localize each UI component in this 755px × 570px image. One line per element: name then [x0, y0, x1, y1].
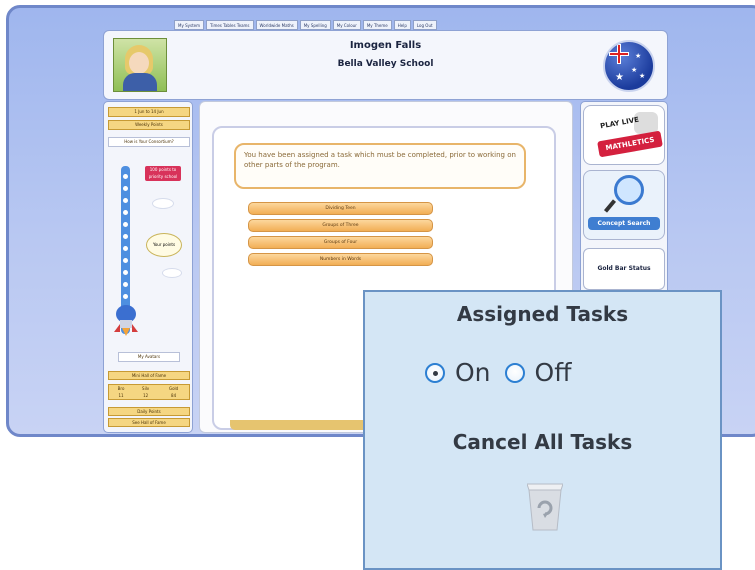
nav-my-system[interactable]: My System — [174, 20, 205, 30]
hall-of-fame-label: Mini Hall of Fame — [108, 371, 190, 380]
task-button[interactable]: Dividing Teen — [248, 202, 433, 215]
nav-my-spelling[interactable]: My Spelling — [299, 20, 331, 30]
nav-log-out[interactable]: Log Out — [412, 20, 437, 30]
consortium-label: How is Your Consortium? — [108, 137, 190, 147]
nav-times-tables[interactable]: Times Tables Teams — [206, 20, 254, 30]
student-name: Imogen Falls — [349, 40, 422, 51]
mathletics-badge: MATHLETICS — [597, 130, 663, 158]
stat-header: Gold — [168, 386, 179, 391]
stats-table: Bro Silv Gold 11 12 84 — [108, 384, 190, 400]
play-live-banner[interactable]: PLAY LIVE MATHLETICS — [583, 105, 665, 165]
nav-worldwide-maths[interactable]: Worldwide Maths — [255, 20, 298, 30]
stat-header: Bro — [117, 386, 125, 391]
date-range: 1 Jun to 14 Jun — [108, 107, 190, 117]
my-avatars-button[interactable]: My Avatars — [118, 352, 180, 362]
stat-value: 12 — [143, 393, 149, 398]
gold-bar-status[interactable]: Gold Bar Status — [583, 248, 665, 290]
weekly-points-button[interactable]: Weekly Points — [108, 120, 190, 130]
assigned-tasks-title: Assigned Tasks — [456, 302, 629, 326]
top-nav: My System Times Tables Teams Worldwide M… — [174, 20, 437, 30]
cloud-icon — [162, 268, 182, 278]
daily-points-button[interactable]: Daily Points — [108, 407, 190, 416]
nav-my-theme[interactable]: My Theme — [362, 20, 392, 30]
recycle-bin-icon[interactable] — [527, 480, 563, 532]
school-name: Bella Valley School — [337, 59, 434, 69]
on-label[interactable]: On — [455, 358, 491, 387]
priority-tag: 100 points to priority school — [145, 166, 181, 181]
task-button[interactable]: Groups of Four — [248, 236, 433, 249]
profile-header: Imogen Falls Bella Valley School ★ ★ ★ ★ — [103, 30, 668, 100]
on-radio[interactable] — [425, 362, 445, 383]
concept-search-label: Concept Search — [588, 217, 660, 230]
stat-value: 84 — [171, 393, 177, 398]
assigned-tasks-toggle: On Off — [425, 358, 585, 387]
nav-my-colour[interactable]: My Colour — [332, 20, 361, 30]
see-hall-of-fame-link[interactable]: See Hall of Fame — [108, 418, 190, 427]
off-radio[interactable] — [504, 362, 525, 383]
task-button[interactable]: Groups of Three — [248, 219, 433, 232]
cloud-icon — [152, 198, 174, 209]
stat-value: 11 — [118, 393, 124, 398]
off-label[interactable]: Off — [535, 358, 572, 387]
stat-header: Silv — [142, 386, 150, 391]
cancel-all-tasks-title: Cancel All Tasks — [452, 430, 633, 454]
magnifier-icon — [614, 175, 644, 205]
points-bubble: Your points — [146, 233, 182, 257]
rocket-icon — [114, 305, 138, 336]
concept-search-banner[interactable]: Concept Search — [583, 170, 665, 240]
nav-help[interactable]: Help — [393, 20, 411, 30]
australia-flag-icon: ★ ★ ★ ★ — [603, 40, 655, 92]
assignment-message: You have been assigned a task which must… — [234, 143, 526, 189]
left-sidebar: 1 Jun to 14 Jun Weekly Points How is You… — [103, 101, 193, 433]
assigned-tasks-popup: Assigned Tasks On Off Cancel All Tasks — [363, 290, 722, 570]
task-button[interactable]: Numbers in Words — [248, 253, 433, 266]
